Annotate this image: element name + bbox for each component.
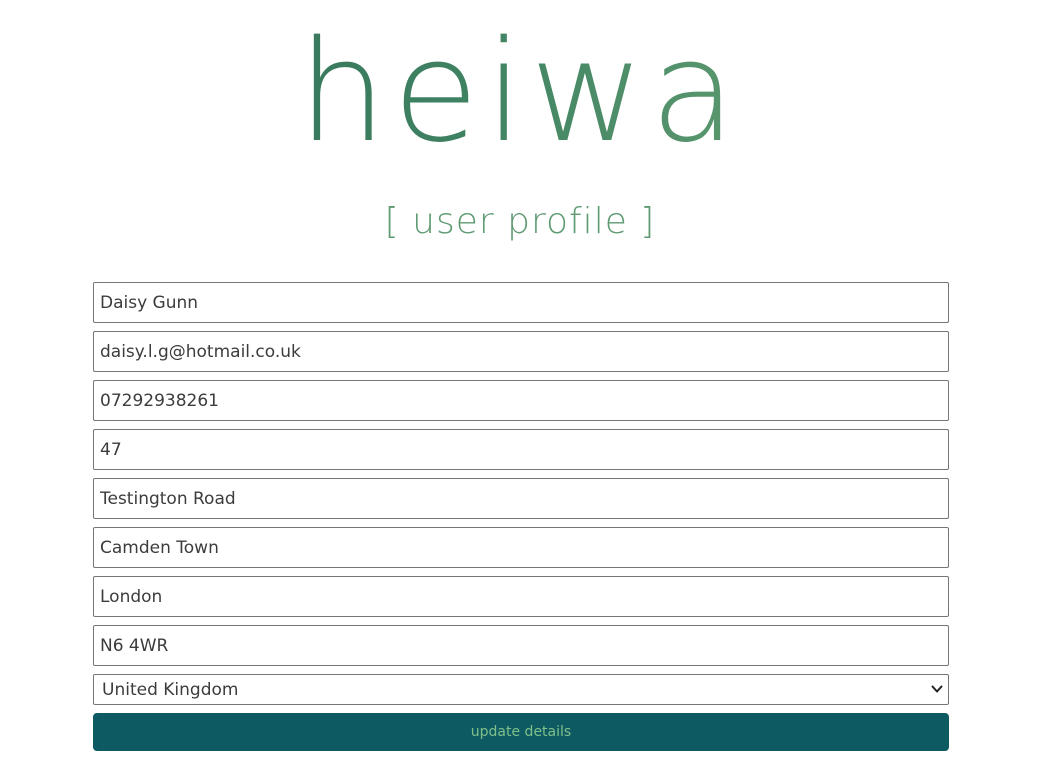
- email-field[interactable]: [93, 331, 949, 372]
- city-field[interactable]: [93, 576, 949, 617]
- phone-field[interactable]: [93, 380, 949, 421]
- house-number-field[interactable]: [93, 429, 949, 470]
- country-select-wrapper: United Kingdom: [93, 674, 949, 705]
- profile-form: United Kingdom update details: [93, 282, 949, 751]
- street-field[interactable]: [93, 478, 949, 519]
- logo: heiwa: [0, 18, 1040, 168]
- country-select[interactable]: United Kingdom: [93, 674, 949, 705]
- update-details-button[interactable]: update details: [93, 713, 949, 751]
- profile-page: heiwa [ user profile ] United Kingdom up…: [0, 0, 1056, 775]
- page-title: [ user profile ]: [384, 201, 656, 242]
- district-field[interactable]: [93, 527, 949, 568]
- full-name-field[interactable]: [93, 282, 949, 323]
- postcode-field[interactable]: [93, 625, 949, 666]
